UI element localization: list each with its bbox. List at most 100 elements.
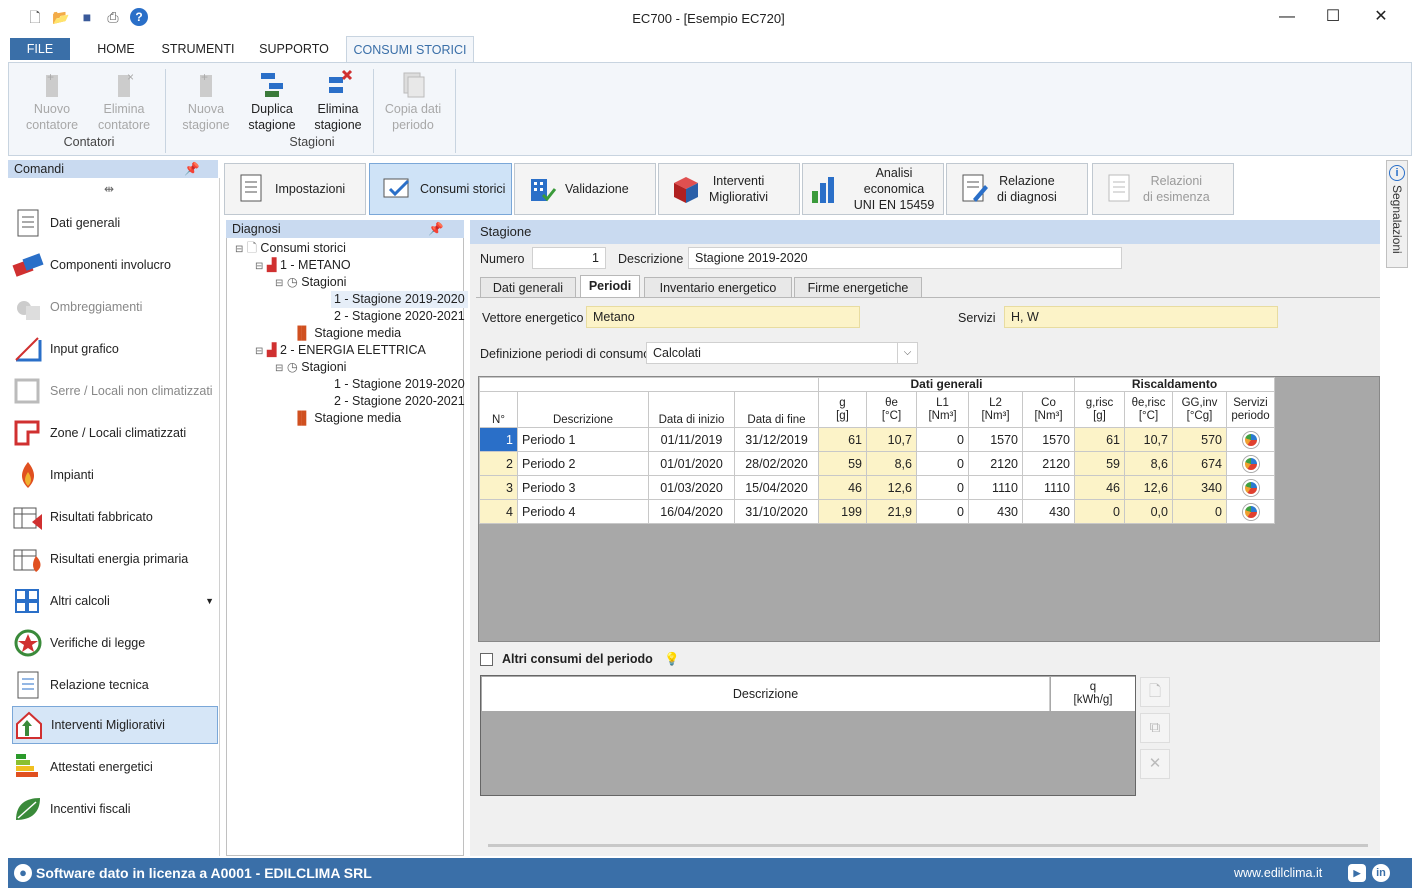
col-gg-inv[interactable]: GG,inv [°Cg] <box>1172 391 1227 428</box>
table-cell[interactable]: Periodo 1 <box>517 427 649 452</box>
table-cell[interactable]: 1570 <box>968 427 1023 452</box>
services-pie-icon[interactable] <box>1242 455 1259 472</box>
table-cell[interactable]: 3 <box>479 475 518 500</box>
tree-node-consumi[interactable]: ⊟ 🗋 Consumi storici <box>235 240 346 257</box>
table-cell[interactable]: Periodo 2 <box>517 451 649 476</box>
table-cell[interactable]: 1110 <box>968 475 1023 500</box>
table-cell[interactable]: 10,7 <box>866 427 917 452</box>
table-cell[interactable]: 2120 <box>968 451 1023 476</box>
col-te-risc[interactable]: θe,risc [°C] <box>1124 391 1173 428</box>
collapse-icon[interactable]: ⇹ <box>104 182 114 196</box>
table-cell[interactable]: 0 <box>916 475 969 500</box>
table-cell[interactable]: 570 <box>1172 427 1227 452</box>
tab-inventario[interactable]: Inventario energetico <box>644 277 792 297</box>
tab-dati-generali[interactable]: Dati generali <box>480 277 576 297</box>
table-cell[interactable]: 340 <box>1172 475 1227 500</box>
col-n[interactable]: N° <box>479 391 518 428</box>
servizi-periodo-cell[interactable] <box>1226 499 1275 524</box>
table-cell[interactable]: 0 <box>916 451 969 476</box>
table-cell[interactable]: 430 <box>1022 499 1075 524</box>
altri-col-q[interactable]: q [kWh/g] <box>1051 677 1135 711</box>
table-cell[interactable]: 199 <box>818 499 867 524</box>
tree-node-stagione-1[interactable]: 1 - Stagione 2019-2020 <box>331 291 468 308</box>
interventi-migliorativi-button[interactable]: Interventi Migliorativi <box>658 163 800 215</box>
servizi-periodo-cell[interactable] <box>1226 451 1275 476</box>
table-cell[interactable]: 61 <box>1074 427 1125 452</box>
menu-supporto[interactable]: SUPPORTO <box>256 36 332 62</box>
elimina-contatore-button[interactable]: × Elimina contatore <box>91 67 157 132</box>
menu-strumenti[interactable]: STRUMENTI <box>158 36 238 62</box>
cmd-serre[interactable]: Serre / Locali non climatizzati <box>12 372 218 410</box>
delete-row-button[interactable]: ✕ <box>1140 749 1170 779</box>
cmd-altri-calcoli[interactable]: Altri calcoli ▼ <box>12 582 218 620</box>
table-cell[interactable]: 01/11/2019 <box>648 427 735 452</box>
collapse-icon[interactable]: ⊟ <box>275 363 283 374</box>
tree-node-metano[interactable]: ⊟ ▟ 1 - METANO <box>255 257 351 274</box>
tree-node-stagioni[interactable]: ⊟ ◷ Stagioni <box>275 359 346 376</box>
col-data-fine[interactable]: Data di fine <box>734 391 819 428</box>
tree-node-stagione-2[interactable]: 2 - Stagione 2020-2021 <box>334 393 465 410</box>
col-co[interactable]: Co [Nm³] <box>1022 391 1075 428</box>
pin-icon[interactable]: 📌 <box>428 220 444 238</box>
menu-home[interactable]: HOME <box>92 36 140 62</box>
duplica-stagione-button[interactable]: Duplica stagione <box>239 67 305 132</box>
table-cell[interactable]: 4 <box>479 499 518 524</box>
cmd-impianti[interactable]: Impianti <box>12 456 218 494</box>
table-cell[interactable]: 0 <box>916 427 969 452</box>
table-cell[interactable]: 10,7 <box>1124 427 1173 452</box>
copia-dati-periodo-button[interactable]: Copia dati periodo <box>379 67 447 132</box>
col-l1[interactable]: L1 [Nm³] <box>916 391 969 428</box>
linkedin-icon[interactable]: in <box>1372 864 1390 882</box>
table-cell[interactable]: 28/02/2020 <box>734 451 819 476</box>
table-cell[interactable]: 8,6 <box>1124 451 1173 476</box>
table-cell[interactable]: Periodo 3 <box>517 475 649 500</box>
chevron-down-icon[interactable]: ⌵ <box>897 343 917 363</box>
elimina-stagione-button[interactable]: Elimina stagione <box>305 67 371 132</box>
table-cell[interactable]: 0 <box>916 499 969 524</box>
table-cell[interactable]: 46 <box>818 475 867 500</box>
table-cell[interactable]: 59 <box>1074 451 1125 476</box>
table-cell[interactable]: 0 <box>1172 499 1227 524</box>
relazioni-esimenza-button[interactable]: Relazioni di esimenza <box>1092 163 1234 215</box>
nuova-stagione-button[interactable]: + Nuova stagione <box>173 67 239 132</box>
table-row[interactable]: 3 Periodo 3 01/03/2020 15/04/2020 46 12,6 0 111… <box>479 475 1275 500</box>
consumi-storici-button[interactable]: Consumi storici <box>369 163 512 215</box>
dropdown-arrow-icon[interactable]: ▼ <box>205 596 214 606</box>
table-cell[interactable]: 15/04/2020 <box>734 475 819 500</box>
table-cell[interactable]: 430 <box>968 499 1023 524</box>
table-row[interactable]: 2 Periodo 2 01/01/2020 28/02/2020 59 8,6 0 2120… <box>479 451 1275 476</box>
menu-file[interactable]: FILE <box>10 38 70 60</box>
table-cell[interactable]: 8,6 <box>866 451 917 476</box>
cmd-componenti-involucro[interactable]: Componenti involucro <box>12 246 218 284</box>
youtube-icon[interactable]: ▶ <box>1348 864 1366 882</box>
servizi-periodo-cell[interactable] <box>1226 427 1275 452</box>
collapse-icon[interactable]: ⊟ <box>255 346 263 357</box>
table-cell[interactable]: 1 <box>479 427 518 452</box>
vettore-field[interactable]: Metano <box>586 306 860 328</box>
table-cell[interactable]: 0 <box>1074 499 1125 524</box>
table-cell[interactable]: 2120 <box>1022 451 1075 476</box>
altri-col-descrizione[interactable]: Descrizione <box>482 677 1050 711</box>
table-cell[interactable]: 1110 <box>1022 475 1075 500</box>
website-link[interactable]: www.edilclima.it <box>1234 858 1322 888</box>
tab-firme[interactable]: Firme energetiche <box>794 277 922 297</box>
nuovo-contatore-button[interactable]: + Nuovo contatore <box>19 67 85 132</box>
table-cell[interactable]: 2 <box>479 451 518 476</box>
servizi-field[interactable]: H, W <box>1004 306 1278 328</box>
table-row[interactable]: 4 Periodo 4 16/04/2020 31/10/2020 199 21,9 0 43… <box>479 499 1275 524</box>
tree-node-stagione-1[interactable]: 1 - Stagione 2019-2020 <box>334 376 465 393</box>
table-cell[interactable]: 61 <box>818 427 867 452</box>
horizontal-scrollbar[interactable] <box>488 844 1368 847</box>
cmd-ombreggiamenti[interactable]: Ombreggiamenti <box>12 288 218 326</box>
segnalazioni-tab[interactable]: i Segnalazioni <box>1386 160 1408 268</box>
cmd-incentivi[interactable]: Incentivi fiscali <box>12 790 218 828</box>
table-cell[interactable]: 01/03/2020 <box>648 475 735 500</box>
tree-node-stagione-media[interactable]: ▐▌ Stagione media <box>293 410 401 427</box>
copy-row-button[interactable]: ⧉ <box>1140 713 1170 743</box>
table-cell[interactable]: 674 <box>1172 451 1227 476</box>
table-cell[interactable]: 31/12/2019 <box>734 427 819 452</box>
altri-consumi-checkbox[interactable] <box>480 653 493 667</box>
col-g-risc[interactable]: g,risc [g] <box>1074 391 1125 428</box>
pin-icon[interactable]: 📌 <box>184 160 200 178</box>
cmd-interventi-migliorativi[interactable]: Interventi Migliorativi <box>12 706 218 744</box>
